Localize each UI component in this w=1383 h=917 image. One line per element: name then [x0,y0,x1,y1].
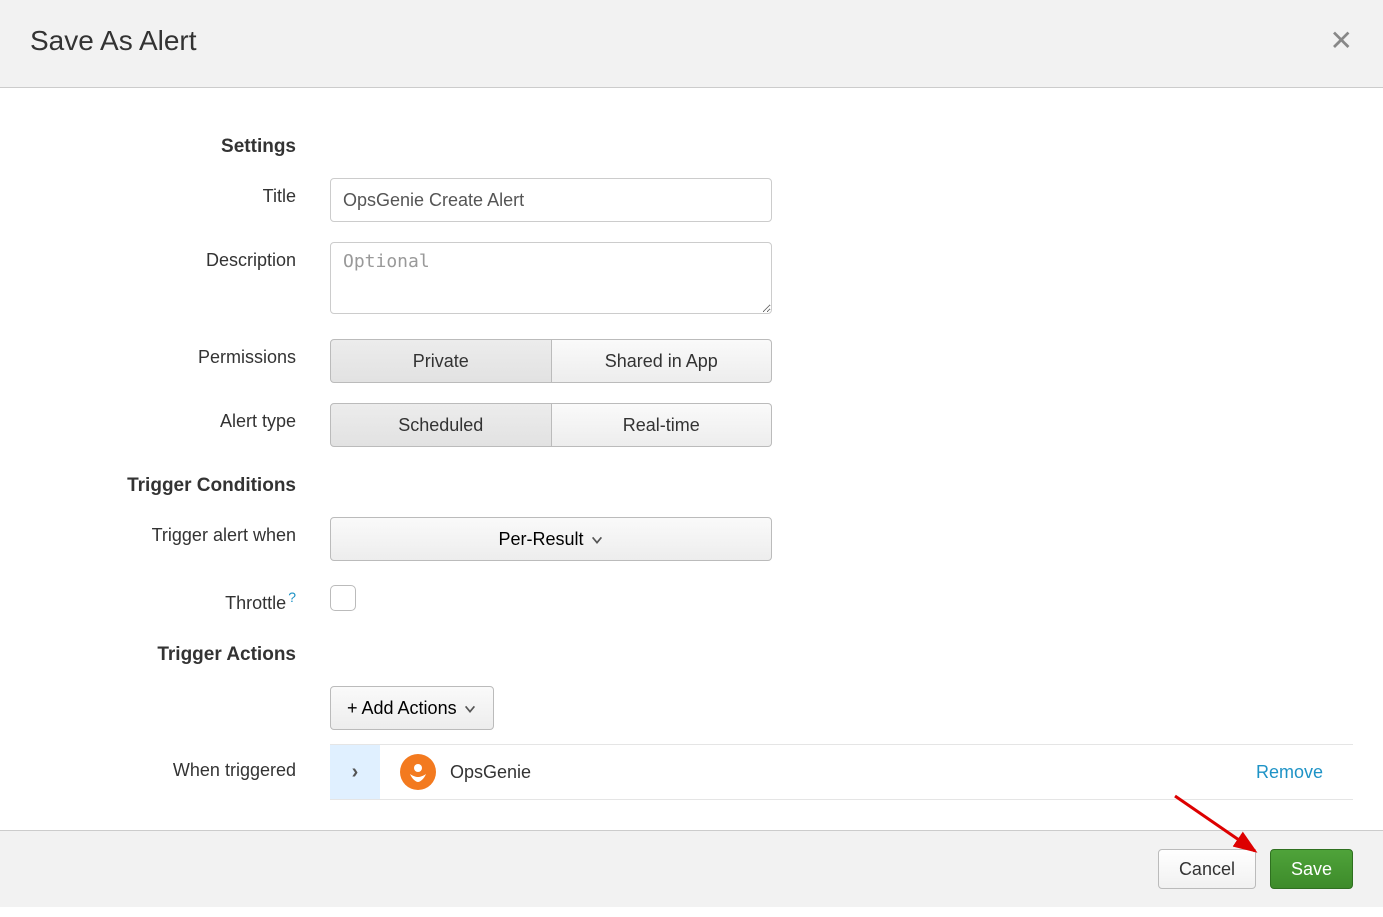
throttle-label: Throttle [225,593,286,613]
description-label: Description [30,242,330,271]
dialog-title: Save As Alert [30,25,197,57]
close-icon[interactable]: ✕ [1330,27,1353,55]
permissions-toggle: Private Shared in App [330,339,772,383]
trigger-when-value: Per-Result [498,529,583,550]
alert-type-realtime-button[interactable]: Real-time [552,403,773,447]
title-input[interactable] [330,178,772,222]
dialog-footer: Cancel Save [0,830,1383,907]
throttle-help-link[interactable]: ? [288,589,296,605]
dialog-body: Settings Title Description Permissions P… [0,88,1383,830]
opsgenie-icon [400,754,436,790]
alert-type-toggle: Scheduled Real-time [330,403,772,447]
chevron-right-icon: › [352,761,359,784]
dialog-header: Save As Alert ✕ [0,0,1383,88]
chevron-down-icon [463,698,477,719]
description-input[interactable] [330,242,772,314]
action-name: OpsGenie [450,762,1256,783]
trigger-when-label: Trigger alert when [30,517,330,546]
alert-type-scheduled-button[interactable]: Scheduled [330,403,552,447]
permissions-label: Permissions [30,339,330,368]
cancel-button[interactable]: Cancel [1158,849,1256,889]
section-settings-label: Settings [30,128,330,158]
action-row: › OpsGenie Remove [330,744,1353,800]
title-label: Title [30,178,330,207]
add-actions-dropdown[interactable]: + Add Actions [330,686,494,730]
permissions-private-button[interactable]: Private [330,339,552,383]
when-triggered-label: When triggered [30,760,330,781]
alert-type-label: Alert type [30,403,330,432]
section-trigger-actions-label: Trigger Actions [30,636,330,666]
permissions-shared-button[interactable]: Shared in App [552,339,773,383]
chevron-down-icon [590,529,604,550]
action-remove-link[interactable]: Remove [1256,762,1353,783]
trigger-when-dropdown[interactable]: Per-Result [330,517,772,561]
save-button[interactable]: Save [1270,849,1353,889]
throttle-label-wrap: Throttle? [30,581,330,614]
section-trigger-conditions-label: Trigger Conditions [30,467,330,497]
action-expand-toggle[interactable]: › [330,745,380,799]
throttle-checkbox[interactable] [330,585,356,611]
add-actions-label: + Add Actions [347,698,457,719]
